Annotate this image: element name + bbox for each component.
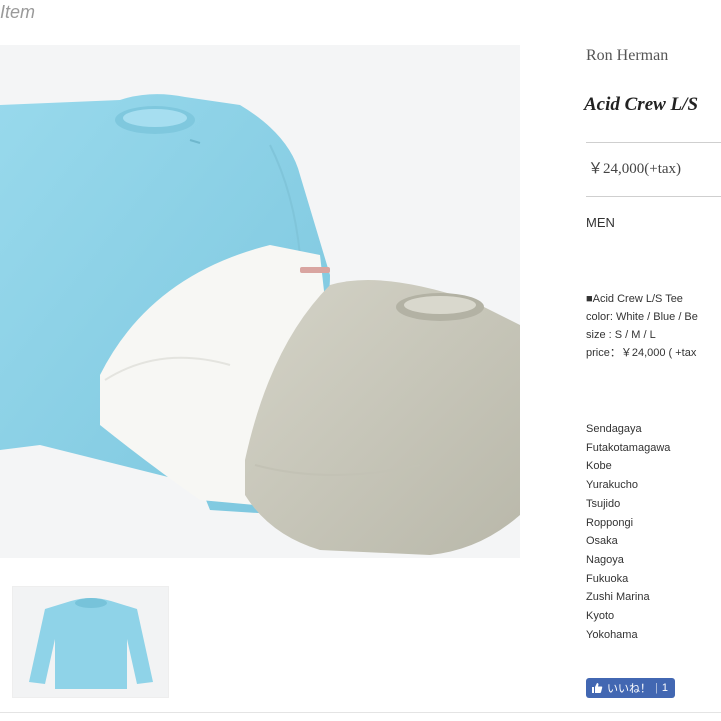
product-category: MEN: [586, 215, 615, 230]
footer-divider: [0, 712, 721, 713]
facebook-like-button[interactable]: いいね！ | 1: [586, 678, 675, 698]
product-price: ￥24,000(+tax): [588, 161, 682, 177]
section-label: Item: [0, 2, 36, 22]
store-item: Fukuoka: [586, 572, 629, 585]
main-product-photo: [0, 45, 520, 558]
store-item: Sendagaya: [586, 423, 642, 435]
like-separator: |: [655, 682, 658, 694]
thumbs-up-icon: [592, 683, 603, 693]
like-count: 1: [661, 682, 668, 694]
product-title: Acid Crew L/S: [584, 94, 699, 115]
brand-name: Ron Herman: [586, 47, 669, 64]
store-item: Osaka: [586, 535, 618, 548]
store-item: Nagoya: [586, 553, 624, 566]
description-line: ■Acid Crew L/S Tee: [586, 293, 683, 305]
store-item: Tsujido: [586, 497, 621, 510]
description-line: color: White / Blue / Be: [586, 311, 698, 323]
store-item: Yurakucho: [586, 479, 638, 492]
divider: [586, 142, 721, 143]
store-list: Sendagaya Futakotamagawa Kobe Yurakucho …: [586, 420, 670, 644]
like-label: いいね！: [607, 683, 651, 695]
store-item: Roppongi: [586, 516, 634, 529]
store-item: Yokohama: [586, 628, 638, 641]
store-item: Zushi Marina: [586, 591, 650, 604]
store-item: Kyoto: [586, 610, 615, 623]
store-item: Futakotamagawa: [586, 441, 671, 454]
product-thumbnail[interactable]: [12, 586, 169, 698]
description-line: size : S / M / L: [586, 329, 656, 341]
product-description: ■Acid Crew L/S Tee color: White / Blue /…: [586, 290, 698, 362]
store-item: Kobe: [586, 460, 612, 473]
description-line: price：￥24,000 ( +tax: [586, 347, 697, 359]
divider: [586, 196, 721, 197]
